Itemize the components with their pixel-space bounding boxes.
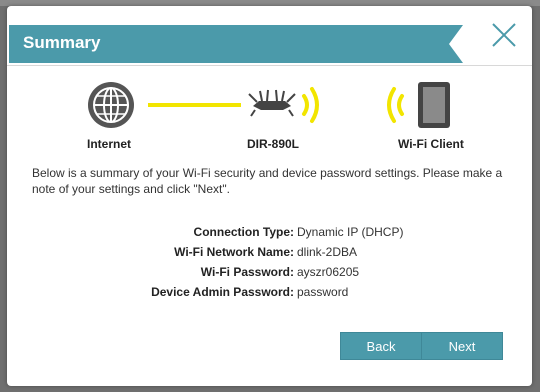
wifi-password-value: ayszr06205 xyxy=(297,265,360,279)
summary-row-wifi-password: Wi-Fi Password: ayszr06205 xyxy=(7,265,532,283)
dialog-title: Summary xyxy=(23,33,101,52)
admin-password-value: password xyxy=(297,285,349,299)
tablet-icon xyxy=(418,82,450,128)
header-divider xyxy=(7,65,532,66)
wifi-password-label: Wi-Fi Password: xyxy=(200,265,294,279)
router-icon xyxy=(248,89,296,117)
summary-row-network-name: Wi-Fi Network Name: dlink-2DBA xyxy=(7,245,532,263)
title-banner: Summary xyxy=(9,25,463,63)
client-wifi-waves-icon xyxy=(387,87,404,123)
summary-description: Below is a summary of your Wi-Fi securit… xyxy=(32,166,503,196)
admin-password-label: Device Admin Password: xyxy=(151,285,294,299)
back-button[interactable]: Back xyxy=(340,332,422,360)
globe-icon xyxy=(88,82,134,128)
summary-row-admin-password: Device Admin Password: password xyxy=(7,285,532,303)
router-label: DIR-890L xyxy=(247,137,300,151)
network-name-value: dlink-2DBA xyxy=(297,245,358,259)
connection-diagram xyxy=(88,82,450,128)
close-button[interactable] xyxy=(489,20,519,50)
connection-type-value: Dynamic IP (DHCP) xyxy=(297,225,404,239)
network-name-label: Wi-Fi Network Name: xyxy=(174,245,294,259)
summary-dialog: Summary Internet DIR-890L Wi-Fi Client B… xyxy=(7,6,532,386)
connection-type-label: Connection Type: xyxy=(193,225,294,239)
client-label: Wi-Fi Client xyxy=(398,137,464,151)
internet-label: Internet xyxy=(87,137,132,151)
next-button[interactable]: Next xyxy=(421,332,503,360)
summary-row-connection-type: Connection Type: Dynamic IP (DHCP) xyxy=(7,225,532,243)
router-wifi-waves-icon xyxy=(302,87,319,123)
close-icon xyxy=(492,23,516,47)
